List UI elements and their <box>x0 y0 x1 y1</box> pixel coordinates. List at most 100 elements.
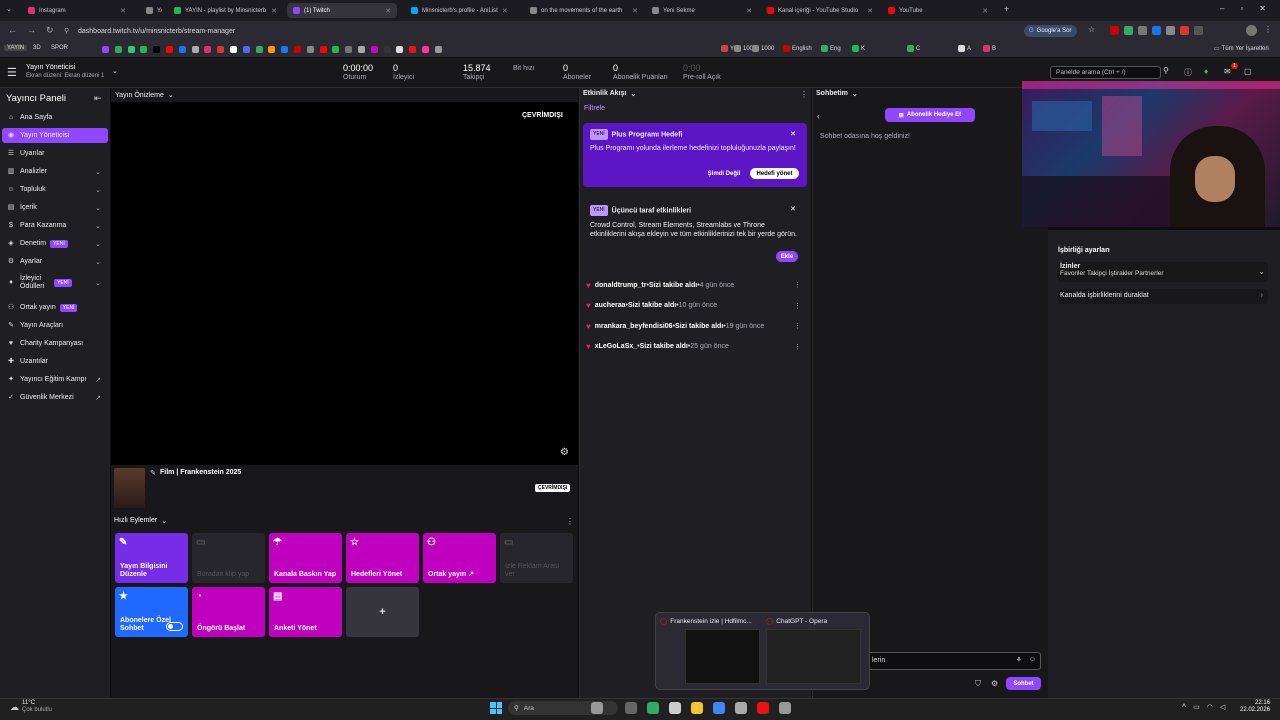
forward-icon[interactable]: → <box>27 25 36 36</box>
profile-avatar[interactable] <box>1246 25 1257 36</box>
hamburger-menu-icon[interactable]: ☰ <box>7 66 17 79</box>
sidebar-item[interactable]: ⚙ Ayarlar ⌄ <box>2 254 108 269</box>
sidebar-item[interactable]: ▥ Analizler ⌄ <box>2 164 108 179</box>
extension-icon[interactable] <box>1110 26 1119 35</box>
quick-action-button[interactable]: ◔ Öngörü Başlat <box>192 587 265 637</box>
help-icon[interactable]: ⓘ <box>1184 67 1192 78</box>
whispers-icon[interactable]: ▢ <box>1244 67 1252 76</box>
volume-icon[interactable]: ◁ <box>1220 703 1225 711</box>
search-button[interactable]: ⚲ <box>1163 66 1174 79</box>
preview-settings-icon[interactable]: ⚙ <box>560 447 569 458</box>
reload-icon[interactable]: ↻ <box>46 25 54 36</box>
bookmark-favicon-icon[interactable] <box>383 46 391 53</box>
close-tab-icon[interactable]: ✕ <box>502 7 507 15</box>
preview-header[interactable]: Yayın Önizleme ⌄ <box>111 88 578 102</box>
close-tab-icon[interactable]: ✕ <box>271 7 277 15</box>
weather-widget[interactable]: ☁ 11°C Çok bulutlu <box>10 700 52 714</box>
add-button[interactable]: Ekle <box>776 251 798 262</box>
browser-tab[interactable]: Minsnicterb's profile - AniList ✕ <box>405 3 507 18</box>
close-tab-icon[interactable]: ✕ <box>746 7 752 15</box>
dashboard-search[interactable]: Panelde arama (Ctrl + /) <box>1050 66 1161 79</box>
browser-tab[interactable]: YouTube ✕ <box>882 3 994 18</box>
widget-icon[interactable] <box>591 702 603 714</box>
bookmark-favicon-icon[interactable] <box>166 46 173 53</box>
chat-shield-icon[interactable]: ⛉ <box>975 679 981 689</box>
sidebar-item[interactable]: ✎ Yayın Araçları <box>2 318 108 333</box>
windows-start-icon[interactable] <box>490 702 502 714</box>
chatgpt-icon[interactable] <box>779 702 791 714</box>
file-explorer-icon[interactable] <box>691 702 703 714</box>
add-quick-action-button[interactable]: + <box>346 587 419 637</box>
not-now-button[interactable]: Şimdi Değil <box>703 168 745 179</box>
chat-header[interactable]: Sohbetim ⌄ <box>816 90 858 98</box>
extension-icon[interactable] <box>1194 26 1203 35</box>
xbox-icon[interactable] <box>647 702 659 714</box>
bookmark-favicon-icon[interactable] <box>396 46 404 53</box>
extension-icon[interactable] <box>1152 26 1161 35</box>
browser-tab[interactable]: (1) Twitch ✕ <box>287 3 397 18</box>
sidebar-item[interactable]: ♦ İzleyici Ödülleri YENİ ⌄ <box>2 272 108 294</box>
google-ask-button[interactable]: G Google'a Sor <box>1024 25 1077 37</box>
bookmark-favicon-icon[interactable] <box>178 46 186 53</box>
task-view-icon[interactable] <box>625 702 637 714</box>
browser-tab[interactable]: Instagram ✕ <box>22 3 132 18</box>
extension-icon[interactable] <box>1180 26 1189 35</box>
close-icon[interactable]: ✕ <box>1259 4 1266 13</box>
extension-icon[interactable] <box>1138 26 1147 35</box>
collapse-sidebar-icon[interactable]: ⇤ <box>94 93 102 104</box>
event-menu-icon[interactable]: ⋮ <box>794 322 801 330</box>
bookmark-favicon-icon[interactable] <box>294 46 301 53</box>
bookmark-english[interactable]: English <box>783 45 812 52</box>
clock[interactable]: 22:16 22.02.2026 <box>1240 700 1270 714</box>
bookmark-favicon-icon[interactable] <box>217 46 225 53</box>
bookmark-favicon-icon[interactable] <box>153 46 161 53</box>
bookmark-favicon-icon[interactable] <box>268 46 276 53</box>
bookmark-spor[interactable]: SPOR <box>51 45 68 51</box>
close-tab-icon[interactable]: ✕ <box>632 7 638 15</box>
bookmark-3d[interactable]: 3D <box>33 45 41 51</box>
bookmark-b[interactable]: B <box>983 45 996 52</box>
quick-actions-menu-icon[interactable]: ⋮ <box>566 517 574 526</box>
permissions-row[interactable]: İzinler Favoriler Takipçi İştirakler Par… <box>1058 262 1268 282</box>
bookmark-favicon-icon[interactable] <box>114 46 122 53</box>
sidebar-item[interactable]: ▤ İçerik ⌄ <box>2 200 108 215</box>
steam-icon[interactable] <box>735 702 747 714</box>
bookmark-favicon-icon[interactable] <box>358 46 365 53</box>
sidebar-item[interactable]: $ Para Kazanma ⌄ <box>2 218 108 233</box>
preview-window-2[interactable]: ◯ ChatGPT - Opera <box>766 617 866 687</box>
chevron-left-icon[interactable]: ‹ <box>817 112 820 121</box>
bookmark-favicon-icon[interactable] <box>102 46 109 53</box>
sidebar-item[interactable]: ◉ Yayın Yöneticisi <box>2 128 108 143</box>
layout-title-block[interactable]: Yayın Yöneticisi Ekran düzeni: Ekran düz… <box>26 64 104 80</box>
browser-tab[interactable]: Yeni Sekme ✕ <box>646 3 758 18</box>
network-icon[interactable]: ▭ <box>1193 703 1200 711</box>
url-field[interactable]: ⚲ dashboard.twitch.tv/u/minsnicterb/stre… <box>60 24 1020 38</box>
sidebar-item[interactable]: ☺ Topluluk ⌄ <box>2 182 108 197</box>
bookmark-favicon-icon[interactable] <box>409 46 417 53</box>
quick-actions-header[interactable]: Hızlı Eylemler ⌄ <box>114 517 167 525</box>
sidebar-item[interactable]: ✓ Güvenlik Merkezi ↗ <box>2 390 108 405</box>
browser-tab[interactable]: on the movements of the earth ✕ <box>524 3 644 18</box>
pause-collab-row[interactable]: Kanalda işbirliklerini duraklat › <box>1058 289 1268 304</box>
bookmark-favicon-icon[interactable] <box>230 46 237 53</box>
bookmark-a[interactable]: A <box>958 45 971 52</box>
browser-tab[interactable]: YAYIN <box>140 3 162 18</box>
inbox-icon[interactable]: ✉ <box>1224 67 1231 76</box>
event-row[interactable]: ♥ aucheraa • Sizi takibe aldı • 10 gün ön… <box>586 299 801 313</box>
bookmark-favicon-icon[interactable] <box>319 46 327 53</box>
bookmark-favicon-icon[interactable] <box>281 46 289 53</box>
bookmark-100[interactable]: 100 <box>734 45 753 52</box>
send-chat-button[interactable]: Sohbet <box>1006 677 1041 690</box>
bookmark-favicon-icon[interactable] <box>306 46 314 53</box>
sidebar-item[interactable]: ◈ Denetim YENİ ⌄ <box>2 236 108 251</box>
bookmark-favicon-icon[interactable] <box>242 46 250 53</box>
event-menu-icon[interactable]: ⋮ <box>794 302 801 310</box>
browser-tab[interactable]: Kanal içeriği - YouTube Studio ✕ <box>761 3 879 18</box>
event-row[interactable]: ♥ xLeGoLaSx_ • Sizi takibe aldı • 25 gün … <box>586 340 801 354</box>
bookmark-star-icon[interactable]: ☆ <box>1088 25 1095 34</box>
activity-feed-header[interactable]: Etkinlik Akışı ⌄ <box>583 90 636 98</box>
edit-pencil-icon[interactable]: ✎ <box>150 469 156 477</box>
site-info-icon[interactable]: ⚲ <box>64 27 69 35</box>
sidebar-item[interactable]: ⌂ Ana Sayfa <box>2 110 108 125</box>
sidebar-item[interactable]: ☰ Uyarılar <box>2 146 108 161</box>
